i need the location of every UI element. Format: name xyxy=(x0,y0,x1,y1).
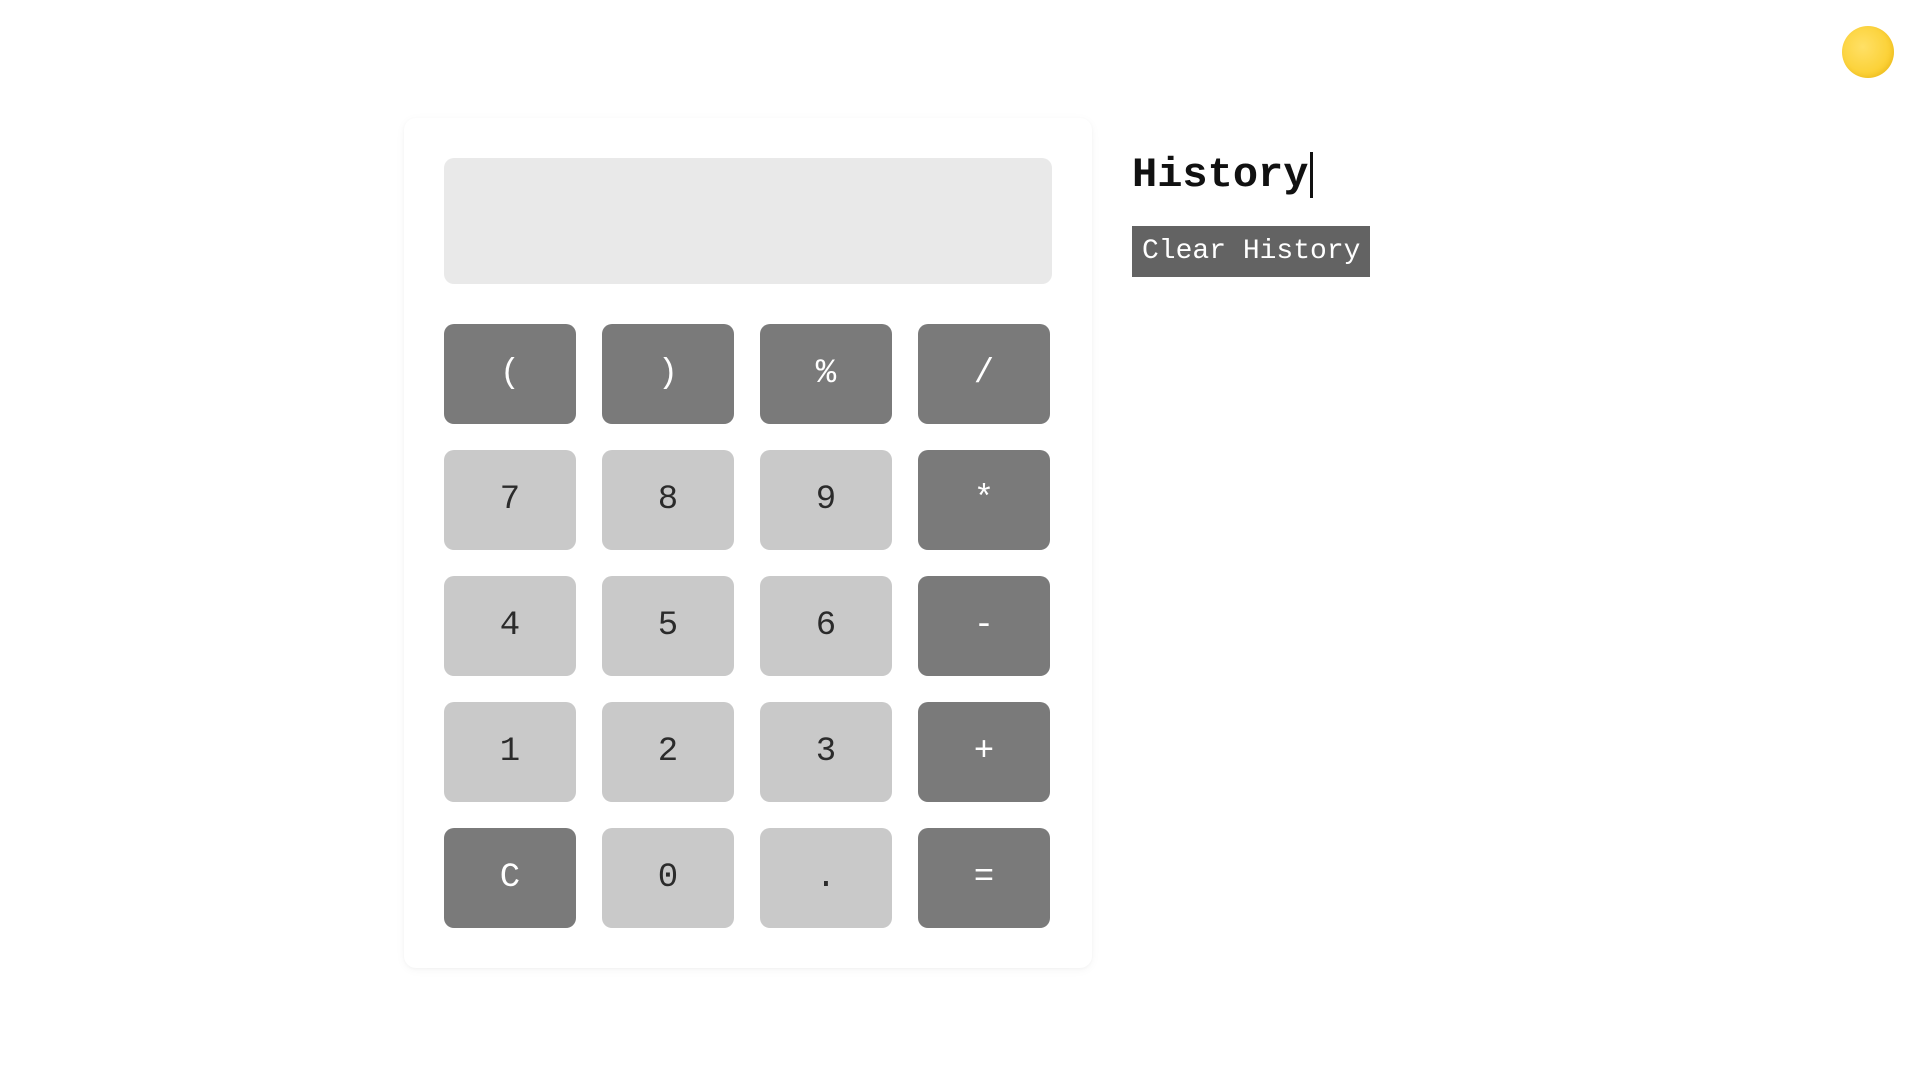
open-paren-button[interactable]: ( xyxy=(444,324,576,424)
sun-icon xyxy=(1842,26,1894,78)
percent-button[interactable]: % xyxy=(760,324,892,424)
one-button[interactable]: 1 xyxy=(444,702,576,802)
equals-button[interactable]: = xyxy=(918,828,1050,928)
seven-button[interactable]: 7 xyxy=(444,450,576,550)
clear-history-button[interactable]: Clear History xyxy=(1132,226,1370,277)
calculator-display xyxy=(444,158,1052,284)
divide-button[interactable]: / xyxy=(918,324,1050,424)
app-container: ( ) % / 7 8 9 * 4 5 6 - 1 2 3 + C 0 . = … xyxy=(404,118,1370,968)
eight-button[interactable]: 8 xyxy=(602,450,734,550)
two-button[interactable]: 2 xyxy=(602,702,734,802)
six-button[interactable]: 6 xyxy=(760,576,892,676)
nine-button[interactable]: 9 xyxy=(760,450,892,550)
multiply-button[interactable]: * xyxy=(918,450,1050,550)
five-button[interactable]: 5 xyxy=(602,576,734,676)
decimal-button[interactable]: . xyxy=(760,828,892,928)
keypad: ( ) % / 7 8 9 * 4 5 6 - 1 2 3 + C 0 . = xyxy=(444,324,1052,928)
three-button[interactable]: 3 xyxy=(760,702,892,802)
history-title: History xyxy=(1132,152,1313,198)
calculator-panel: ( ) % / 7 8 9 * 4 5 6 - 1 2 3 + C 0 . = xyxy=(404,118,1092,968)
minus-button[interactable]: - xyxy=(918,576,1050,676)
zero-button[interactable]: 0 xyxy=(602,828,734,928)
plus-button[interactable]: + xyxy=(918,702,1050,802)
four-button[interactable]: 4 xyxy=(444,576,576,676)
clear-button[interactable]: C xyxy=(444,828,576,928)
history-panel: History Clear History xyxy=(1132,118,1370,277)
close-paren-button[interactable]: ) xyxy=(602,324,734,424)
